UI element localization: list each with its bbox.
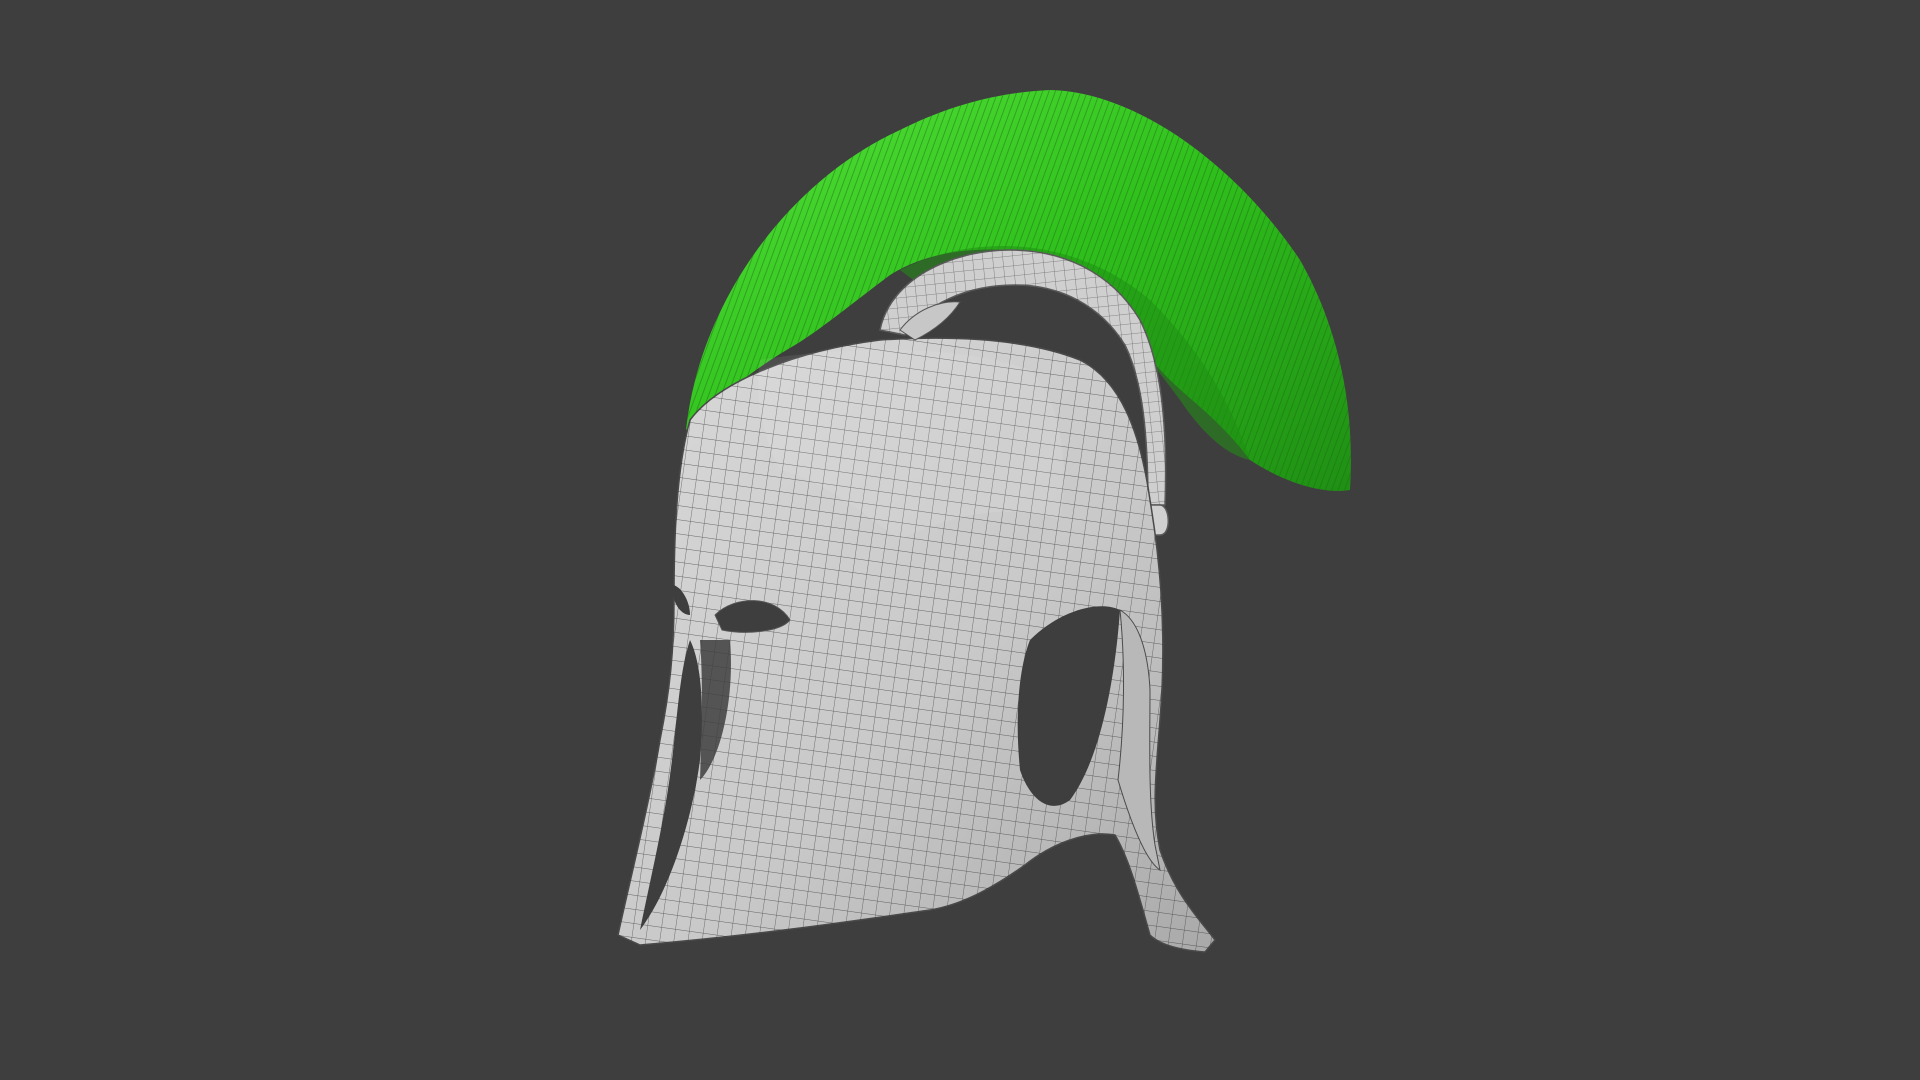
viewport-canvas[interactable] [0,0,1920,1080]
3d-viewport[interactable] [0,0,1920,1080]
